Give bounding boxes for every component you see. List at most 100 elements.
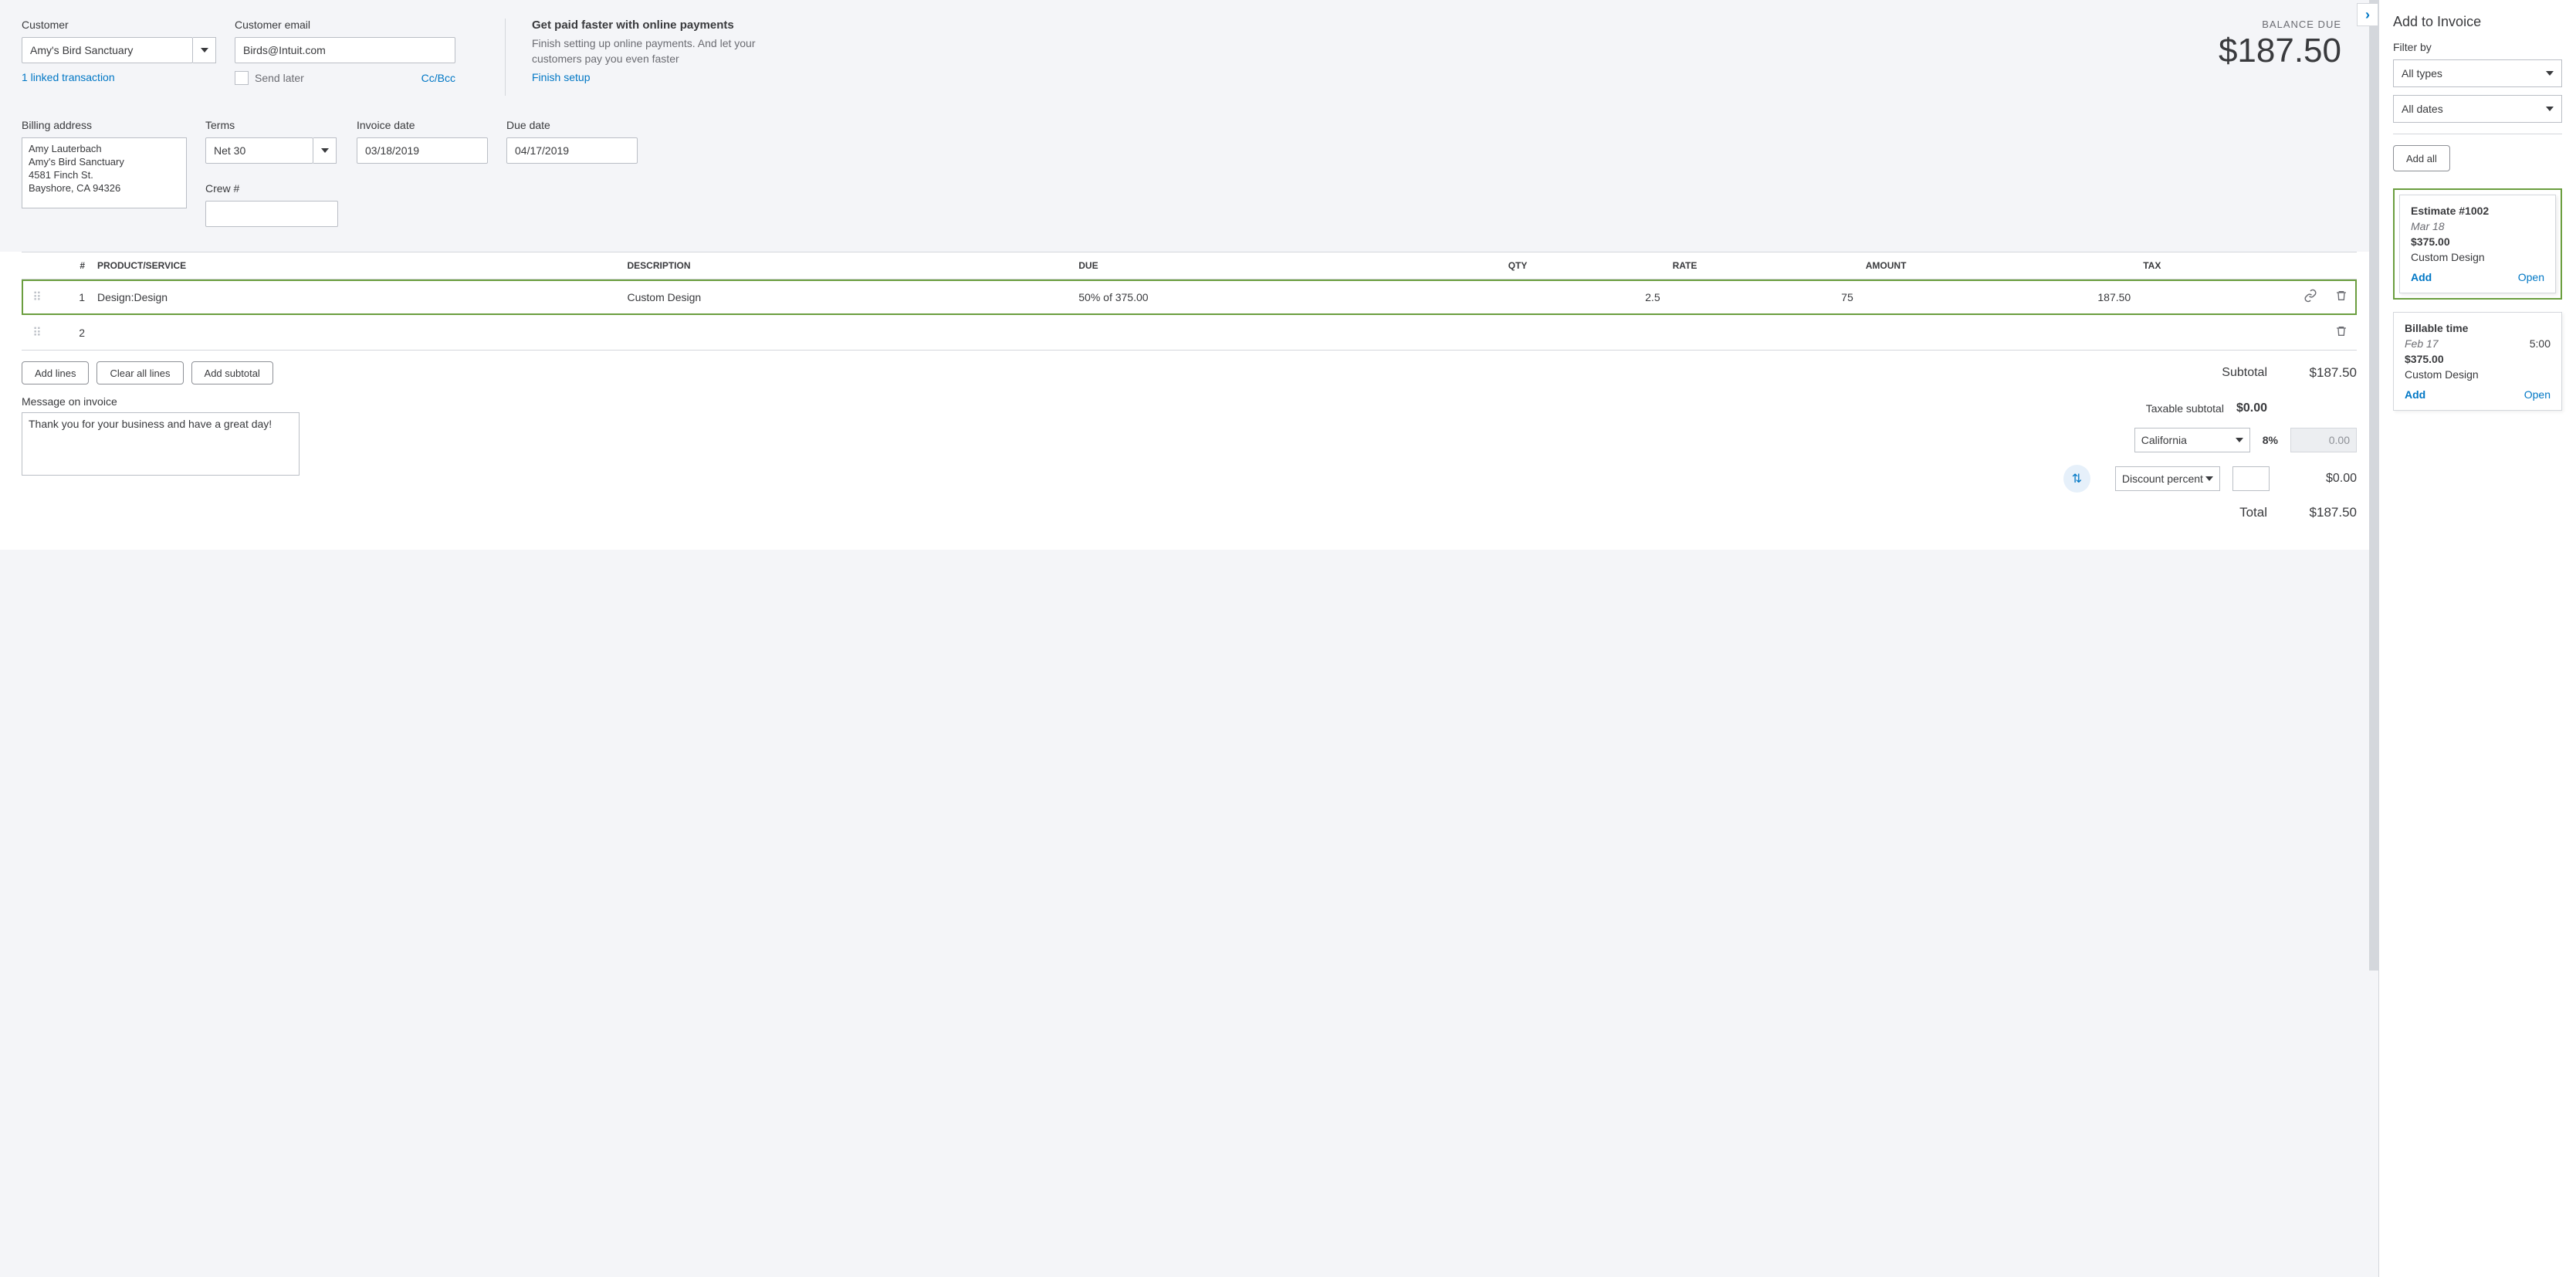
send-later-label: Send later <box>255 72 304 84</box>
filter-type-select[interactable]: All types <box>2393 59 2562 87</box>
trash-icon[interactable] <box>2335 289 2348 303</box>
line-amount[interactable]: 187.50 <box>1860 279 2137 315</box>
line-tax[interactable] <box>2137 315 2295 351</box>
line-items-table: # PRODUCT/SERVICE DESCRIPTION DUE QTY RA… <box>22 252 2357 351</box>
link-icon[interactable] <box>2304 289 2317 303</box>
card-description: Custom Design <box>2405 368 2551 381</box>
line-number: 1 <box>52 279 91 315</box>
line-due[interactable]: 50% of 375.00 <box>1072 279 1501 315</box>
line-qty[interactable]: 2.5 <box>1502 279 1667 315</box>
line-qty[interactable] <box>1502 315 1667 351</box>
line-description[interactable] <box>621 315 1073 351</box>
card-add-link[interactable]: Add <box>2405 388 2425 401</box>
billable-time-card: Billable time Feb 17 5:00 $375.00 Custom… <box>2393 312 2562 411</box>
scrollbar[interactable] <box>2369 0 2378 970</box>
card-open-link[interactable]: Open <box>2524 388 2551 401</box>
invoice-date-label: Invoice date <box>357 119 488 131</box>
filter-date-select[interactable]: All dates <box>2393 95 2562 123</box>
col-due: DUE <box>1072 252 1501 279</box>
col-amount: AMOUNT <box>1860 252 2137 279</box>
clear-lines-button[interactable]: Clear all lines <box>96 361 183 384</box>
col-product: PRODUCT/SERVICE <box>91 252 621 279</box>
divider <box>505 19 506 96</box>
line-amount[interactable] <box>1860 315 2137 351</box>
line-rate[interactable] <box>1667 315 1860 351</box>
card-open-link[interactable]: Open <box>2518 271 2544 283</box>
card-date: Feb 17 <box>2405 337 2439 350</box>
crew-label: Crew # <box>205 182 338 195</box>
taxable-subtotal-label: Taxable subtotal <box>2146 402 2224 415</box>
caret-down-icon <box>321 148 329 153</box>
line-row[interactable]: ⠿ 1 Design:Design Custom Design 50% of 3… <box>22 279 2357 315</box>
total-label: Total <box>2239 505 2267 520</box>
customer-input[interactable] <box>22 37 193 63</box>
add-all-button[interactable]: Add all <box>2393 145 2450 171</box>
line-row[interactable]: ⠿ 2 <box>22 315 2357 351</box>
card-description: Custom Design <box>2411 251 2544 263</box>
discount-pct-input[interactable] <box>2232 466 2270 491</box>
line-product[interactable] <box>91 315 621 351</box>
card-amount: $375.00 <box>2411 235 2544 248</box>
terms-input[interactable] <box>205 137 313 164</box>
line-tax[interactable] <box>2137 279 2295 315</box>
caret-down-icon <box>2546 107 2554 111</box>
send-later-checkbox[interactable]: Send later <box>235 71 304 85</box>
customer-label: Customer <box>22 19 216 31</box>
customer-dropdown-button[interactable] <box>193 37 216 63</box>
message-label: Message on invoice <box>22 395 300 408</box>
line-product[interactable]: Design:Design <box>91 279 621 315</box>
estimate-card: Estimate #1002 Mar 18 $375.00 Custom Des… <box>2393 188 2562 300</box>
invoice-date-input[interactable] <box>357 137 488 164</box>
discount-amount: $0.00 <box>2282 472 2357 486</box>
caret-down-icon <box>2546 71 2554 76</box>
line-number: 2 <box>52 315 91 351</box>
billing-label: Billing address <box>22 119 187 131</box>
email-label: Customer email <box>235 19 455 31</box>
line-rate[interactable]: 75 <box>1667 279 1860 315</box>
card-title: Billable time <box>2405 322 2551 334</box>
subtotal-value: $187.50 <box>2280 365 2357 381</box>
col-rate: RATE <box>1667 252 1860 279</box>
add-to-invoice-panel: Add to Invoice Filter by All types All d… <box>2378 0 2576 1277</box>
linked-transaction-link[interactable]: 1 linked transaction <box>22 71 115 83</box>
col-tax: TAX <box>2137 252 2295 279</box>
crew-input[interactable] <box>205 201 338 227</box>
col-description: DESCRIPTION <box>621 252 1073 279</box>
tax-percent: 8% <box>2263 434 2278 446</box>
billing-address-input[interactable]: Amy Lauterbach Amy's Bird Sanctuary 4581… <box>22 137 187 208</box>
due-date-input[interactable] <box>506 137 638 164</box>
caret-down-icon <box>2205 476 2213 481</box>
discount-select[interactable]: Discount percent <box>2115 466 2220 491</box>
cc-bcc-link[interactable]: Cc/Bcc <box>421 72 455 84</box>
balance-due-amount: $187.50 <box>2219 32 2341 70</box>
caret-down-icon <box>2236 438 2243 442</box>
trash-icon[interactable] <box>2335 324 2348 338</box>
checkbox-icon <box>235 71 249 85</box>
col-qty: QTY <box>1502 252 1667 279</box>
col-number: # <box>52 252 91 279</box>
add-lines-button[interactable]: Add lines <box>22 361 89 384</box>
finish-setup-link[interactable]: Finish setup <box>532 71 590 83</box>
total-value: $187.50 <box>2280 505 2357 520</box>
card-amount: $375.00 <box>2405 353 2551 365</box>
terms-dropdown-button[interactable] <box>313 137 337 164</box>
line-due[interactable] <box>1072 315 1501 351</box>
email-input[interactable] <box>235 37 455 63</box>
tax-amount-box: 0.00 <box>2290 428 2357 452</box>
panel-title: Add to Invoice <box>2393 14 2562 30</box>
subtotal-label: Subtotal <box>2222 366 2267 380</box>
drag-handle-icon[interactable]: ⠿ <box>32 327 42 340</box>
line-description[interactable]: Custom Design <box>621 279 1073 315</box>
due-date-label: Due date <box>506 119 638 131</box>
message-textarea[interactable]: Thank you for your business and have a g… <box>22 412 300 476</box>
swap-icon[interactable]: ⇅ <box>2063 465 2090 493</box>
tax-region-select[interactable]: California <box>2134 428 2250 452</box>
taxable-subtotal-value: $0.00 <box>2236 401 2267 415</box>
terms-label: Terms <box>205 119 338 131</box>
caret-down-icon <box>201 48 208 53</box>
card-add-link[interactable]: Add <box>2411 271 2432 283</box>
drag-handle-icon[interactable]: ⠿ <box>32 291 42 304</box>
add-subtotal-button[interactable]: Add subtotal <box>191 361 273 384</box>
filter-by-label: Filter by <box>2393 41 2562 53</box>
panel-collapse-button[interactable]: › <box>2357 3 2378 26</box>
